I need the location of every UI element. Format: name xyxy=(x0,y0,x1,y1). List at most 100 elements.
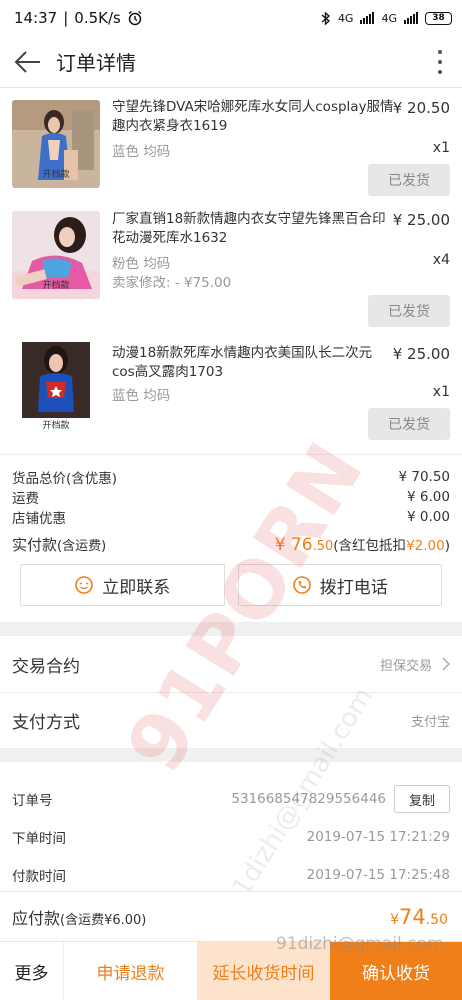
product-image-caption: 开档款 xyxy=(42,170,70,180)
app-header: 订单详情 xyxy=(0,36,462,88)
product-item[interactable]: 开档款 守望先锋DVA宋哈娜死库水女同人cosplay服情趣内衣紧身衣1619 … xyxy=(12,88,450,207)
bluetooth-icon xyxy=(321,10,331,26)
product-list: 开档款 守望先锋DVA宋哈娜死库水女同人cosplay服情趣内衣紧身衣1619 … xyxy=(0,88,462,454)
store-discount-row: 店铺优惠 ¥ 0.00 xyxy=(12,507,450,527)
trade-contract-label: 交易合约 xyxy=(12,656,80,677)
order-number-value-wrap: 531668547829556446 复制 xyxy=(231,785,450,813)
order-paid-value: 2019-07-15 17:25:48 xyxy=(306,867,450,883)
product-photo xyxy=(12,342,100,430)
payable-bar: 应付款(含运费¥6.00) ¥74.50 xyxy=(0,891,462,941)
contact-actions: 立即联系 拨打电话 xyxy=(0,564,462,622)
status-bar: 14:37 | 0.5K/s 4G 4G 38 xyxy=(0,0,462,36)
more-actions-button[interactable]: 更多 xyxy=(0,942,64,1000)
status-right: 4G 4G 38 xyxy=(320,10,452,26)
product-item[interactable]: 开档款 厂家直销18新款情趣内衣女守望先锋黑百合印花动漫死库水1632 ¥ 25… xyxy=(12,207,450,327)
product-sku: 粉色 均码 xyxy=(112,256,171,272)
network-speed: 0.5K/s xyxy=(74,9,121,27)
goods-total-row: 货品总价(含优惠) ¥ 70.50 xyxy=(12,467,450,487)
signal-2-label: 4G xyxy=(381,11,397,25)
signal-1-label: 4G xyxy=(337,11,354,25)
payment-method-value: 支付宝 xyxy=(410,715,450,730)
product-quantity: x1 xyxy=(432,140,450,156)
apply-refund-button[interactable]: 申请退款 xyxy=(64,942,197,1000)
page-title: 订单详情 xyxy=(56,51,136,75)
bottom-action-bar: 更多 申请退款 延长收货时间 确认收货 xyxy=(0,941,462,1000)
product-title[interactable]: 动漫18新款死库水情趣内衣美国队长二次元cos高叉露肉1703 xyxy=(112,344,394,382)
shipping-label: 运费 xyxy=(12,491,39,507)
shipped-status-button[interactable]: 已发货 xyxy=(368,408,450,440)
paid-label-text: 实付款 xyxy=(12,535,58,554)
product-price: ¥ 25.00 xyxy=(392,211,450,229)
battery-level: 38 xyxy=(432,13,445,23)
order-detail-content[interactable]: 开档款 守望先锋DVA宋哈娜死库水女同人cosplay服情趣内衣紧身衣1619 … xyxy=(0,88,462,940)
product-sku: 蓝色 均码 xyxy=(112,144,171,160)
paid-amount-small: .50 xyxy=(312,538,334,554)
order-number-row: 订单号 531668547829556446 复制 xyxy=(12,780,450,818)
product-image-caption: 开档款 xyxy=(42,281,70,291)
section-divider xyxy=(0,622,462,636)
trade-contract-row[interactable]: 交易合约 担保交易 xyxy=(0,636,462,692)
product-item[interactable]: 开档款 动漫18新款死库水情趣内衣美国队长二次元cos高叉露肉1703 ¥ 25… xyxy=(12,326,450,454)
store-discount-value: ¥ 0.00 xyxy=(407,509,450,525)
back-button[interactable] xyxy=(0,36,56,88)
payment-method-label: 支付方式 xyxy=(12,713,80,733)
red-packet-amount: ¥2.00 xyxy=(406,537,445,554)
price-summary: 货品总价(含优惠) ¥ 70.50 运费 ¥ 6.00 店铺优惠 ¥ 0.00 … xyxy=(0,454,462,622)
order-created-row: 下单时间 2019-07-15 17:21:29 xyxy=(12,818,450,856)
payable-label-suffix: (含运费¥6.00) xyxy=(60,912,147,928)
status-left: 14:37 | 0.5K/s xyxy=(14,9,143,27)
product-quantity: x1 xyxy=(432,384,450,400)
paid-amount-big: ¥ 76 xyxy=(274,534,313,555)
payable-label-text: 应付款 xyxy=(12,908,61,928)
product-price: ¥ 20.50 xyxy=(392,99,450,117)
product-quantity: x4 xyxy=(432,252,450,268)
payable-currency: ¥ xyxy=(390,911,399,928)
shipping-row: 运费 ¥ 6.00 xyxy=(12,487,450,507)
trade-contract-value: 担保交易 xyxy=(379,658,432,674)
trade-contract-value-wrap: 担保交易 xyxy=(380,655,450,674)
product-image-caption: 开档款 xyxy=(42,421,70,431)
signal-bars-icon xyxy=(360,12,375,24)
copy-order-number-button[interactable]: 复制 xyxy=(394,785,450,813)
shipped-status-button[interactable]: 已发货 xyxy=(368,295,450,327)
signal-bars-icon xyxy=(404,12,418,24)
payable-amount-small: .50 xyxy=(425,911,448,928)
product-title[interactable]: 守望先锋DVA宋哈娜死库水女同人cosplay服情趣内衣紧身衣1619 xyxy=(112,98,394,136)
payable-amount: ¥74.50 xyxy=(390,905,448,929)
goods-total-label: 货品总价(含优惠) xyxy=(12,471,118,487)
status-divider: | xyxy=(63,9,69,27)
actual-paid-value: ¥ 76.50(含红包抵扣¥2.00) xyxy=(275,534,450,555)
confirm-receipt-button[interactable]: 确认收货 xyxy=(330,942,462,1000)
order-created-value: 2019-07-15 17:21:29 xyxy=(306,829,450,845)
battery-icon: 38 xyxy=(425,11,452,25)
extend-receipt-button[interactable]: 延长收货时间 xyxy=(197,942,330,1000)
order-paid-row: 付款时间 2019-07-15 17:25:48 xyxy=(12,856,450,894)
back-arrow-icon xyxy=(14,50,40,73)
shipped-status-button[interactable]: 已发货 xyxy=(368,164,450,196)
status-time: 14:37 xyxy=(14,9,58,27)
order-paid-label: 付款时间 xyxy=(12,869,66,885)
alarm-icon xyxy=(128,10,142,26)
payment-method-row: 支付方式 支付宝 xyxy=(0,692,462,748)
order-number-value: 531668547829556446 xyxy=(231,791,386,807)
call-phone-button[interactable]: 拨打电话 xyxy=(237,564,442,606)
goods-total-value: ¥ 70.50 xyxy=(398,469,450,485)
more-vertical-icon xyxy=(438,49,442,74)
paid-label-suffix: (含运费) xyxy=(57,538,107,554)
call-phone-label: 拨打电话 xyxy=(319,577,388,598)
actual-paid-label: 实付款(含运费) xyxy=(12,534,106,555)
more-menu-button[interactable] xyxy=(418,36,462,88)
actual-paid-row: 实付款(含运费) ¥ 76.50(含红包抵扣¥2.00) xyxy=(12,527,450,561)
section-divider xyxy=(0,748,462,762)
product-title[interactable]: 厂家直销18新款情趣内衣女守望先锋黑百合印花动漫死库水1632 xyxy=(112,210,394,248)
payable-label: 应付款(含运费¥6.00) xyxy=(12,905,146,929)
shipping-value: ¥ 6.00 xyxy=(407,489,450,505)
trade-info: 交易合约 担保交易 支付方式 支付宝 xyxy=(0,636,462,748)
red-packet-note-end: ) xyxy=(444,537,450,554)
store-discount-label: 店铺优惠 xyxy=(12,511,66,527)
product-image[interactable] xyxy=(12,342,100,430)
contact-seller-button[interactable]: 立即联系 xyxy=(20,564,225,606)
chevron-right-icon xyxy=(442,657,450,671)
phone-icon xyxy=(292,576,311,594)
product-price: ¥ 25.00 xyxy=(392,345,450,363)
